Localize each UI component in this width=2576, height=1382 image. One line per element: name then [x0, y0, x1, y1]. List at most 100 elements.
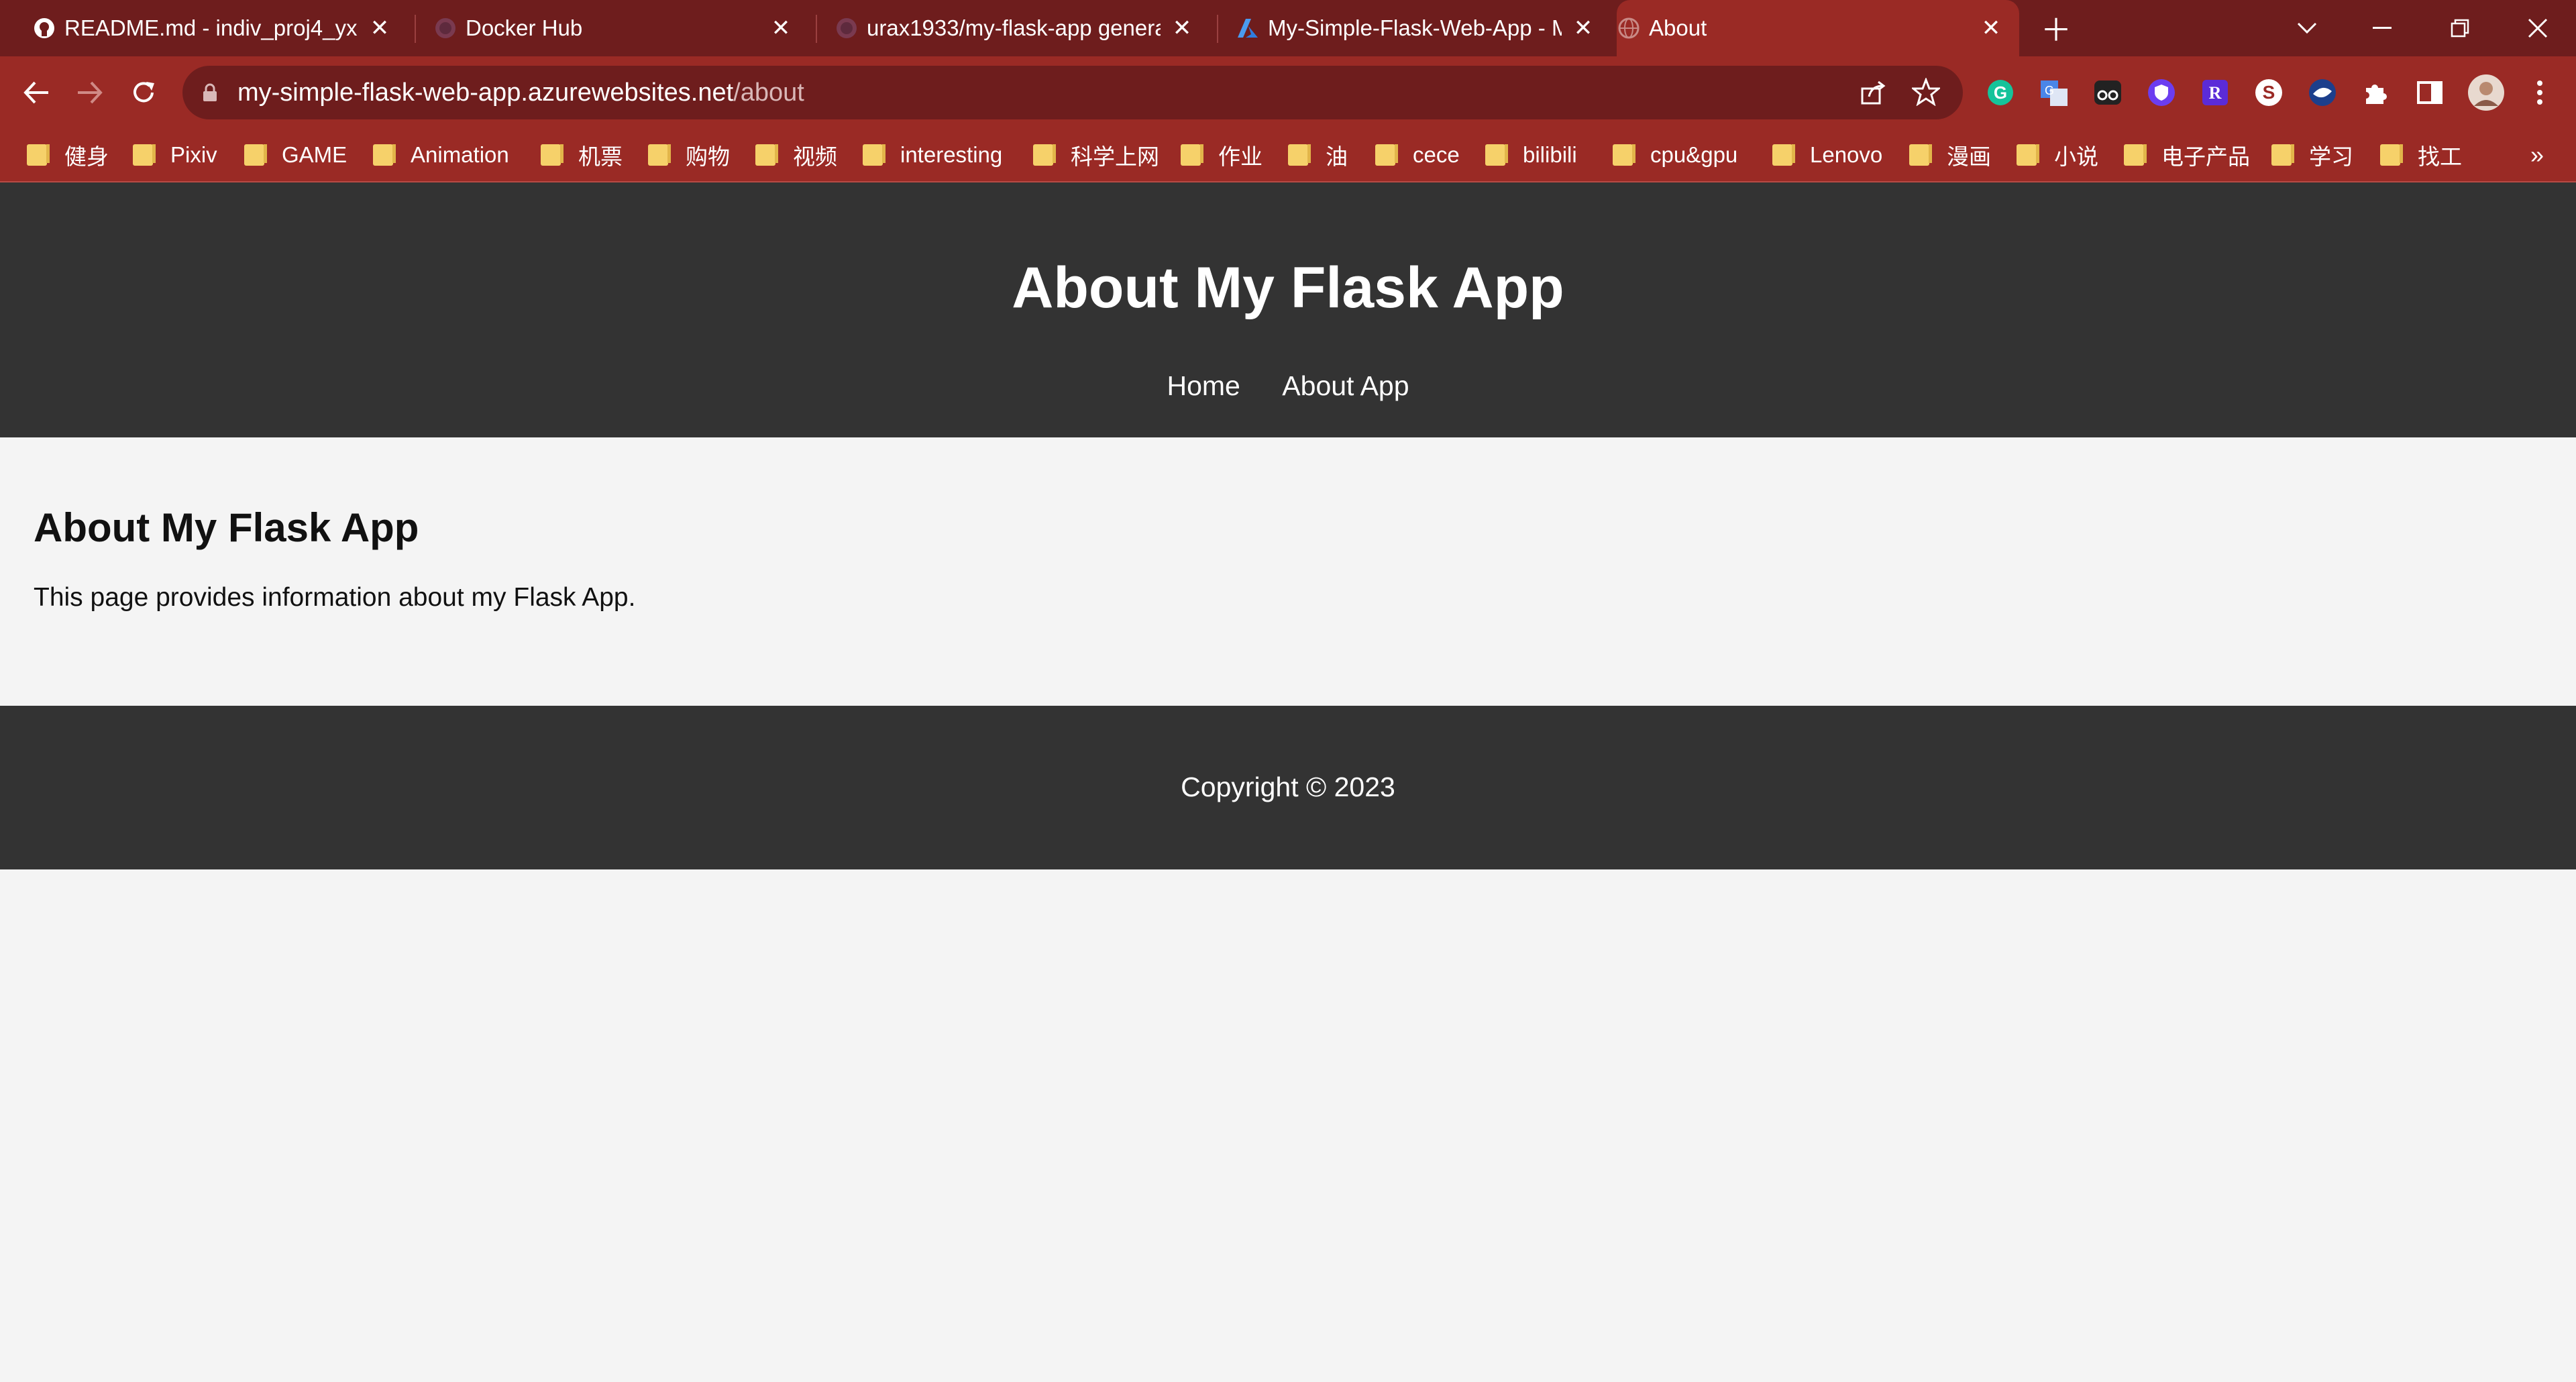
bookmark-label: 小说	[2054, 144, 2098, 169]
bookmark-folder[interactable]: 电子产品	[2124, 140, 2250, 170]
docker-icon	[433, 16, 458, 40]
bookmarks-overflow-button[interactable]: »	[2530, 140, 2544, 170]
translate-icon[interactable]: G	[2038, 76, 2070, 109]
arrow-left-icon	[23, 81, 48, 104]
tab-title: urax1933/my-flask-app genera	[867, 15, 1161, 40]
close-icon[interactable]: ✕	[1167, 13, 1197, 43]
bookmark-folder[interactable]: 购物	[648, 140, 730, 170]
bookmark-folder[interactable]: 漫画	[1909, 140, 1991, 170]
menu-icon[interactable]	[2524, 76, 2556, 109]
folder-icon	[1033, 144, 1056, 166]
bookmark-folder[interactable]: 找工	[2380, 140, 2462, 170]
bookmark-folder[interactable]: GAME	[244, 140, 347, 170]
forward-button[interactable]	[68, 71, 111, 114]
close-icon[interactable]: ✕	[766, 13, 796, 43]
folder-icon	[1288, 144, 1311, 166]
bookmark-folder[interactable]: 作业	[1181, 140, 1263, 170]
folder-icon	[755, 144, 778, 166]
share-icon[interactable]	[1860, 79, 1886, 106]
bookmark-folder[interactable]: 科学上网	[1033, 140, 1159, 170]
nav-link-home[interactable]: Home	[1167, 370, 1240, 401]
bookmark-folder[interactable]: cece	[1375, 140, 1460, 170]
address-bar[interactable]: my-simple-flask-web-app.azurewebsites.ne…	[182, 66, 1963, 119]
bookmark-folder[interactable]: bilibili	[1485, 140, 1577, 170]
bookmark-label: 学习	[2309, 144, 2353, 169]
bookmark-folder[interactable]: 视频	[755, 140, 837, 170]
tab-docker-hub[interactable]: Docker Hub ✕	[433, 0, 809, 56]
tab-divider	[816, 15, 817, 43]
tracker-icon[interactable]	[2306, 76, 2339, 109]
bookmark-folder[interactable]: 学习	[2271, 140, 2353, 170]
bookmark-label: Animation	[411, 142, 509, 167]
bookmark-label: Lenovo	[1810, 142, 1883, 167]
bookmark-folder[interactable]: Animation	[373, 140, 509, 170]
reload-button[interactable]	[122, 71, 165, 114]
folder-icon	[2124, 144, 2147, 166]
chevron-down-icon	[2297, 22, 2317, 34]
tab-readme[interactable]: README.md - indiv_proj4_yx2 ✕	[32, 0, 408, 56]
bookmark-folder[interactable]: 小说	[2017, 140, 2098, 170]
site-header: About My Flask App Home About App	[0, 182, 2576, 437]
restore-icon	[2451, 19, 2469, 38]
puzzle-icon[interactable]	[2360, 76, 2392, 109]
page-description: This page provides information about my …	[34, 583, 636, 612]
close-window-button[interactable]	[2501, 0, 2575, 56]
url-text[interactable]: my-simple-flask-web-app.azurewebsites.ne…	[237, 78, 804, 107]
tab-docker-repo[interactable]: urax1933/my-flask-app genera ✕	[835, 0, 1210, 56]
folder-icon	[1613, 144, 1635, 166]
close-icon	[2528, 18, 2548, 38]
arrow-right-icon	[78, 81, 103, 104]
bookmark-label: cece	[1413, 142, 1460, 167]
bookmark-label: 购物	[686, 144, 730, 169]
tab-azure-portal[interactable]: My-Simple-Flask-Web-App - M ✕	[1236, 0, 1611, 56]
reader-glasses-icon[interactable]	[2092, 76, 2124, 109]
docker-icon	[835, 16, 859, 40]
folder-icon	[244, 144, 267, 166]
page-heading: About My Flask App	[34, 505, 419, 550]
tab-title: README.md - indiv_proj4_yx2	[64, 15, 358, 40]
folder-icon	[863, 144, 885, 166]
back-button[interactable]	[15, 71, 58, 114]
minimize-button[interactable]	[2345, 0, 2419, 56]
bookmark-folder[interactable]: 油	[1288, 140, 1348, 170]
svg-text:G: G	[1994, 83, 2007, 103]
tab-search-button[interactable]	[2270, 0, 2344, 56]
bookmark-folder[interactable]: interesting	[863, 140, 1002, 170]
bookmark-folder[interactable]: Pixiv	[133, 140, 217, 170]
side-panel-icon[interactable]	[2414, 76, 2446, 109]
nav-link-about[interactable]: About App	[1282, 370, 1409, 401]
bookmark-label: 作业	[1218, 144, 1263, 169]
bookmark-folder[interactable]: 健身	[27, 140, 109, 170]
bookmark-label: 油	[1326, 144, 1348, 169]
close-icon[interactable]: ✕	[365, 13, 394, 43]
bookmark-label: 找工	[2418, 144, 2462, 169]
folder-icon	[27, 144, 50, 166]
star-icon[interactable]	[1912, 78, 1940, 106]
tab-title: Docker Hub	[466, 15, 583, 40]
grammarly-icon[interactable]: G	[1984, 76, 2017, 109]
close-icon[interactable]: ✕	[1976, 13, 2006, 43]
bookmark-label: Pixiv	[170, 142, 217, 167]
copyright-text: Copyright © 2023	[1181, 772, 1395, 802]
tab-about[interactable]: About ✕	[1617, 0, 2019, 56]
folder-icon	[373, 144, 396, 166]
bookmark-folder[interactable]: cpu&gpu	[1613, 140, 1737, 170]
tab-divider	[1217, 15, 1218, 43]
s-extension-icon[interactable]: S	[2253, 76, 2285, 109]
url-path: /about	[733, 78, 804, 107]
bookmark-folder[interactable]: 机票	[541, 140, 623, 170]
close-icon[interactable]: ✕	[1568, 13, 1598, 43]
new-tab-button[interactable]: ＋	[2019, 0, 2093, 56]
bookmarks-bar: 健身 Pixiv GAME Animation 机票 购物 视频 interes…	[0, 129, 2576, 182]
restore-button[interactable]	[2423, 0, 2497, 56]
avatar[interactable]	[2467, 74, 2505, 111]
vpn-shield-icon[interactable]	[2145, 76, 2178, 109]
bookmark-label: 电子产品	[2161, 144, 2250, 169]
bookmark-label: 科学上网	[1071, 144, 1159, 169]
tab-title: My-Simple-Flask-Web-App - M	[1268, 15, 1562, 40]
folder-icon	[648, 144, 671, 166]
folder-icon	[1485, 144, 1508, 166]
browser-toolbar: my-simple-flask-web-app.azurewebsites.ne…	[0, 56, 2576, 129]
bookmark-folder[interactable]: Lenovo	[1772, 140, 1882, 170]
r-extension-icon[interactable]: R	[2199, 76, 2231, 109]
